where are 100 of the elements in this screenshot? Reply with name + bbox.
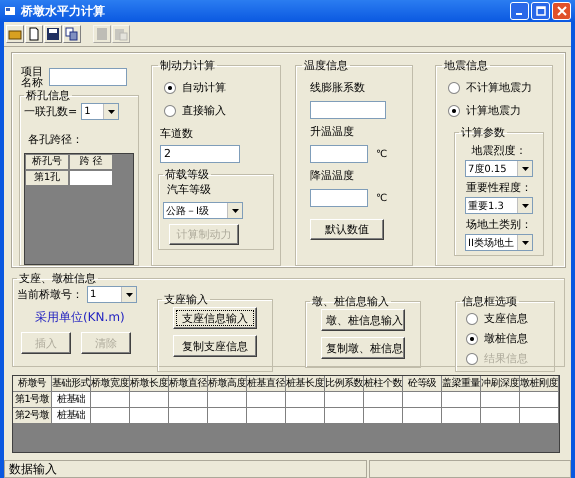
dropdown-arrow-icon: [522, 240, 528, 244]
table-cell[interactable]: [69, 170, 113, 186]
group-title: 支座、墩桩信息: [18, 271, 97, 286]
radio-option[interactable]: 自动计算: [164, 80, 274, 95]
column-header: 跨 径: [69, 154, 113, 170]
group-title: 桥孔信息: [25, 88, 71, 103]
column-header: 基础形式: [52, 376, 91, 392]
pier-number-dropdown[interactable]: 1: [87, 286, 137, 303]
column-header: 墩桩刚度: [520, 376, 559, 392]
table-cell[interactable]: 桩基础: [52, 408, 91, 424]
group-title: 支座输入: [163, 292, 209, 307]
units-label: 采用单位(KN.m): [35, 309, 126, 326]
table-cell[interactable]: [130, 408, 169, 424]
radio-option[interactable]: 墩桩信息: [466, 331, 550, 346]
temperature-field[interactable]: [310, 101, 386, 119]
group-title: 信息框选项: [461, 294, 518, 309]
field-label: 重要性程度：: [466, 180, 532, 195]
column-header: 桥墩高度: [208, 376, 247, 392]
bearing-button[interactable]: 支座信息输入: [173, 307, 257, 329]
group-title: 墩、桩信息输入: [311, 294, 390, 309]
table-cell[interactable]: [169, 408, 208, 424]
radio-option[interactable]: 支座信息: [466, 311, 550, 326]
table-cell[interactable]: [481, 408, 520, 424]
dropdown-arrow-icon: [522, 166, 528, 170]
parameter-dropdown[interactable]: II类场地土: [465, 234, 533, 251]
table-cell[interactable]: [286, 408, 325, 424]
table-cell[interactable]: [403, 408, 442, 424]
temperature-field[interactable]: [310, 145, 368, 163]
app-icon: [4, 5, 16, 17]
group-title: 温度信息: [303, 58, 349, 73]
row-header: 第1孔: [25, 170, 69, 186]
field-label: 汽车等级: [167, 182, 212, 197]
status-text: 数据输入: [4, 460, 367, 478]
radio-option[interactable]: 直接输入: [164, 103, 274, 118]
close-icon: [556, 6, 566, 16]
table-cell[interactable]: [364, 408, 403, 424]
column-header: 桥墩直径: [169, 376, 208, 392]
table-cell[interactable]: [91, 392, 130, 408]
field-label: 升温温度: [310, 124, 355, 139]
table-cell[interactable]: [364, 392, 403, 408]
column-header: 冲刷深度: [481, 376, 520, 392]
field-label: 各孔跨径：: [28, 132, 84, 147]
pier-button[interactable]: 墩、桩信息输入: [321, 309, 405, 331]
parameter-dropdown[interactable]: 7度0.15: [465, 160, 533, 177]
field-label: 车道数: [160, 126, 194, 141]
save-icon[interactable]: [44, 25, 62, 43]
window-title: 桥墩水平力计算: [21, 2, 106, 20]
field-label: 降温温度: [310, 168, 355, 183]
table-cell[interactable]: [286, 392, 325, 408]
column-header: 桥墩宽度: [91, 376, 130, 392]
parameter-dropdown[interactable]: 重要1.3: [465, 197, 533, 214]
table-cell[interactable]: [442, 408, 481, 424]
table-cell[interactable]: [403, 392, 442, 408]
column-header: 桩柱个数: [364, 376, 403, 392]
close-button[interactable]: [552, 2, 571, 20]
row-header: 第2号墩: [13, 408, 52, 424]
default-values-button[interactable]: 默认数值: [310, 219, 384, 240]
column-header: 比例系数: [325, 376, 364, 392]
pier-button[interactable]: 复制墩、桩信息: [321, 337, 405, 359]
dropdown-arrow-icon: [108, 110, 115, 114]
table-cell[interactable]: [325, 408, 364, 424]
field-label: 当前桥墩号：: [17, 287, 83, 302]
table-cell[interactable]: [520, 408, 559, 424]
unit-label: ℃: [376, 148, 388, 160]
radio-option[interactable]: 计算地震力: [448, 103, 546, 118]
bearing-button[interactable]: 复制支座信息: [173, 335, 257, 357]
table-cell[interactable]: [208, 408, 247, 424]
copy-icon[interactable]: [63, 25, 81, 43]
column-header: 桥孔号: [25, 154, 69, 170]
span-count-dropdown[interactable]: 1: [81, 103, 120, 120]
table-cell[interactable]: [325, 392, 364, 408]
table-cell[interactable]: 桩基础: [52, 392, 91, 408]
temperature-field[interactable]: [310, 189, 368, 207]
table-cell[interactable]: [208, 392, 247, 408]
column-header: 桩基直径: [247, 376, 286, 392]
table-cell[interactable]: [130, 392, 169, 408]
table-cell[interactable]: [481, 392, 520, 408]
field-label: 地震烈度：: [472, 143, 526, 158]
table-cell[interactable]: [247, 392, 286, 408]
vehicle-grade-dropdown[interactable]: 公路－I级: [163, 202, 243, 219]
table-cell[interactable]: [247, 408, 286, 424]
maximize-icon: [536, 6, 546, 16]
new-icon[interactable]: [25, 25, 43, 43]
open-icon[interactable]: [6, 25, 24, 43]
table-cell[interactable]: [442, 392, 481, 408]
radio-option[interactable]: 不计算地震力: [448, 80, 546, 95]
table-cell[interactable]: [91, 408, 130, 424]
column-header: 桥墩长度: [130, 376, 169, 392]
project-name-field[interactable]: [49, 68, 127, 86]
group-title: 荷载等级: [164, 167, 210, 182]
minimize-button[interactable]: [510, 2, 529, 20]
table-cell[interactable]: [520, 392, 559, 408]
unit-label: ℃: [376, 192, 388, 204]
lanes-field[interactable]: 2: [160, 145, 240, 163]
field-label: 项目名称: [21, 66, 44, 88]
table-cell[interactable]: [169, 392, 208, 408]
row-header: 第1号墩: [13, 392, 52, 408]
field-label: 场地土类别：: [466, 217, 532, 232]
maximize-button[interactable]: [531, 2, 550, 20]
dropdown-arrow-icon: [232, 208, 238, 212]
